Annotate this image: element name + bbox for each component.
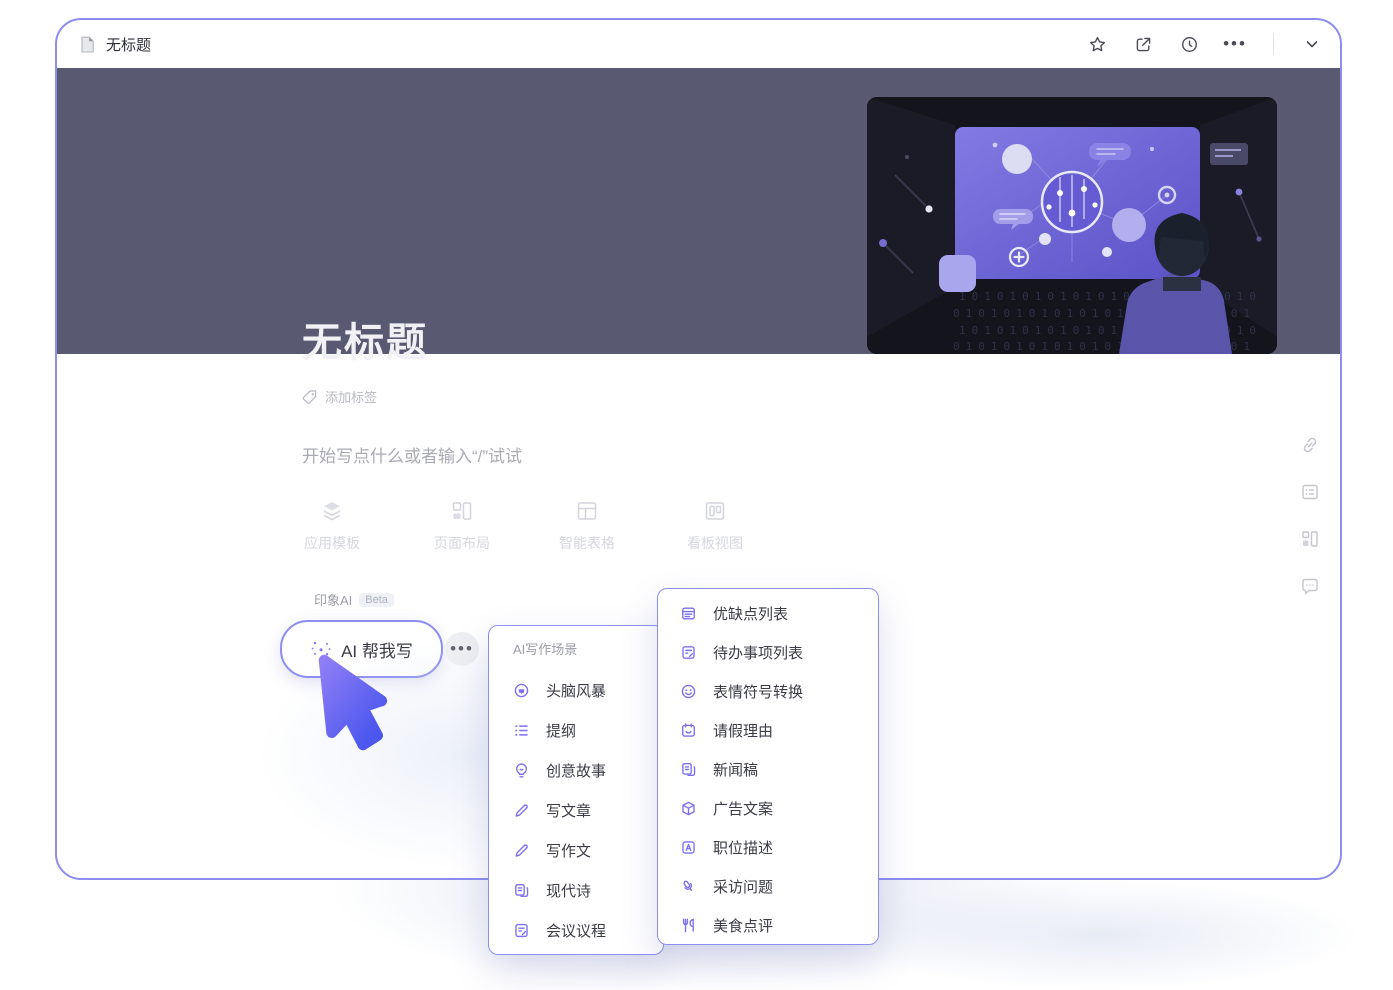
menu-item-label: 表情符号转换 bbox=[713, 681, 803, 702]
page-layout-icon bbox=[449, 498, 475, 524]
outline-icon bbox=[513, 722, 530, 739]
menu-item-ad-copy[interactable]: 广告文案 bbox=[658, 789, 878, 828]
menu-item-label: 提纲 bbox=[546, 720, 576, 741]
pencil-icon bbox=[513, 842, 530, 859]
note-header-banner: 无标题 bbox=[57, 68, 1340, 354]
menu-item-brainstorm[interactable]: 头脑风暴 bbox=[489, 670, 663, 710]
template-apply-label: 应用模板 bbox=[304, 533, 360, 553]
document-icon bbox=[77, 34, 97, 54]
comment-icon[interactable] bbox=[1300, 576, 1320, 596]
brainstorm-icon bbox=[513, 682, 530, 699]
menu-item-press-release[interactable]: 新闻稿 bbox=[658, 750, 878, 789]
job-description-icon bbox=[680, 839, 697, 856]
menu-item-label: 广告文案 bbox=[713, 798, 773, 819]
template-layout[interactable]: 页面布局 bbox=[407, 498, 517, 553]
template-kanban[interactable]: 看板视图 bbox=[660, 498, 770, 553]
kanban-icon bbox=[702, 498, 728, 524]
template-apply[interactable]: 应用模板 bbox=[277, 498, 387, 553]
yinxiang-ai-brand: 印象AI Beta bbox=[314, 590, 394, 609]
more-icon[interactable]: ••• bbox=[1225, 34, 1245, 54]
menu-item-label: 待办事项列表 bbox=[713, 642, 803, 663]
todo-icon bbox=[680, 644, 697, 661]
pros-cons-icon bbox=[680, 605, 697, 622]
menu-item-label: 头脑风暴 bbox=[546, 680, 606, 701]
menu-item-job-description[interactable]: 职位描述 bbox=[658, 828, 878, 867]
menu-item-modern-poem[interactable]: 现代诗 bbox=[489, 870, 663, 910]
table-icon bbox=[574, 498, 600, 524]
microphone-icon bbox=[680, 878, 697, 895]
note-title[interactable]: 无标题 bbox=[302, 310, 428, 368]
menu-item-label: 写文章 bbox=[546, 800, 591, 821]
menu-item-label: 美食点评 bbox=[713, 915, 773, 936]
menu-item-label: 会议议程 bbox=[546, 920, 606, 941]
menu-item-pros-cons[interactable]: 优缺点列表 bbox=[658, 594, 878, 633]
utensils-icon bbox=[680, 917, 697, 934]
background-haze bbox=[840, 880, 1360, 990]
ai-illustration: 101010101010101010101010 010101010101010… bbox=[867, 97, 1277, 354]
add-tag-label: 添加标签 bbox=[325, 387, 377, 406]
menu-item-interview-questions[interactable]: 采访问题 bbox=[658, 867, 878, 906]
window-topbar: 无标题 ••• bbox=[57, 20, 1340, 68]
menu-item-write-essay[interactable]: 写作文 bbox=[489, 830, 663, 870]
layout-rail-icon[interactable] bbox=[1300, 529, 1320, 549]
ai-scene-menu: AI写作场景 头脑风暴 提纲 创意故事 写文章 写作文 现代诗 bbox=[488, 625, 664, 955]
topbar-divider bbox=[1273, 33, 1274, 55]
menu-item-label: 创意故事 bbox=[546, 760, 606, 781]
menu-item-emoji-convert[interactable]: 表情符号转换 bbox=[658, 672, 878, 711]
menu-item-label: 现代诗 bbox=[546, 880, 591, 901]
doc-title: 无标题 bbox=[106, 34, 151, 55]
layers-icon bbox=[319, 498, 345, 524]
menu-item-label: 新闻稿 bbox=[713, 759, 758, 780]
menu-item-label: 采访问题 bbox=[713, 876, 773, 897]
menu-item-meeting-agenda[interactable]: 会议议程 bbox=[489, 910, 663, 950]
template-smart-table[interactable]: 智能表格 bbox=[532, 498, 642, 553]
ai-brand-label: 印象AI bbox=[314, 590, 352, 609]
menu-item-label: 写作文 bbox=[546, 840, 591, 861]
editor-placeholder[interactable]: 开始写点什么或者输入“/”试试 bbox=[302, 442, 522, 467]
menu-item-write-article[interactable]: 写文章 bbox=[489, 790, 663, 830]
link-icon[interactable] bbox=[1300, 435, 1320, 455]
share-icon[interactable] bbox=[1133, 34, 1153, 54]
template-smart-table-label: 智能表格 bbox=[559, 533, 615, 553]
copy-doc-icon bbox=[680, 761, 697, 778]
pencil-icon bbox=[513, 802, 530, 819]
agenda-icon bbox=[513, 922, 530, 939]
lightbulb-icon bbox=[513, 762, 530, 779]
menu-item-outline[interactable]: 提纲 bbox=[489, 710, 663, 750]
package-icon bbox=[680, 800, 697, 817]
menu-item-creative-story[interactable]: 创意故事 bbox=[489, 750, 663, 790]
tag-icon bbox=[302, 389, 318, 405]
add-tag-button[interactable]: 添加标签 bbox=[302, 387, 377, 406]
smart-table-rail-icon[interactable] bbox=[1300, 482, 1320, 502]
menu-item-todo-list[interactable]: 待办事项列表 bbox=[658, 633, 878, 672]
star-icon[interactable] bbox=[1087, 34, 1107, 54]
menu-item-food-review[interactable]: 美食点评 bbox=[658, 906, 878, 945]
menu-item-label: 请假理由 bbox=[713, 720, 773, 741]
template-kanban-label: 看板视图 bbox=[687, 533, 743, 553]
side-rail bbox=[1300, 435, 1320, 596]
copy-doc-icon bbox=[513, 882, 530, 899]
scene-menu-header: AI写作场景 bbox=[489, 640, 663, 660]
calendar-icon bbox=[680, 722, 697, 739]
menu-item-label: 优缺点列表 bbox=[713, 603, 788, 624]
collapse-chevron-icon[interactable] bbox=[1302, 34, 1322, 54]
beta-badge: Beta bbox=[359, 593, 394, 607]
history-icon[interactable] bbox=[1179, 34, 1199, 54]
ai-more-button[interactable]: ••• bbox=[445, 632, 479, 666]
ellipsis-icon: ••• bbox=[450, 644, 474, 654]
menu-item-label: 职位描述 bbox=[713, 837, 773, 858]
smiley-icon bbox=[680, 683, 697, 700]
menu-item-leave-excuse[interactable]: 请假理由 bbox=[658, 711, 878, 750]
ai-more-scene-menu: 优缺点列表 待办事项列表 表情符号转换 请假理由 新闻稿 广告文案 职位描述 bbox=[657, 588, 879, 945]
template-layout-label: 页面布局 bbox=[434, 533, 490, 553]
